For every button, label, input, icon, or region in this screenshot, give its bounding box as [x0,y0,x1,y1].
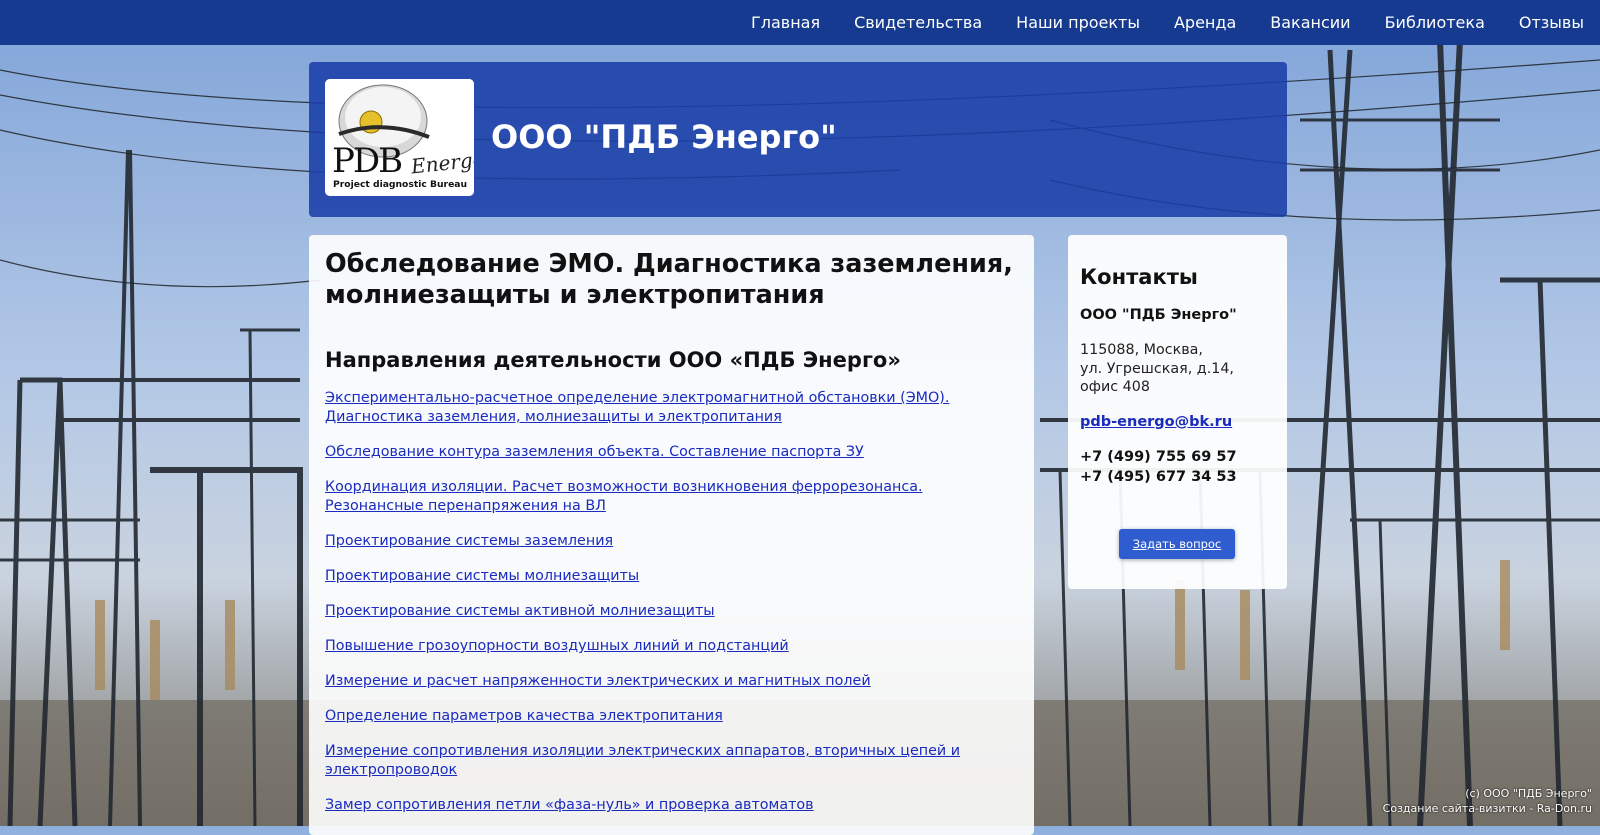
service-link-phase-zero-loop[interactable]: Замер сопротивления петли «фаза-нуль» и … [325,797,814,813]
nav-item-library[interactable]: Библиотека [1385,0,1485,46]
contacts-panel: Контакты ООО "ПДБ Энерго" 115088, Москва… [1068,235,1287,589]
contacts-phone: +7 (499) 755 69 57 [1080,448,1237,465]
service-link-emo[interactable]: Экспериментально-расчетное определение э… [325,390,949,425]
contacts-title: Контакты [1080,265,1198,289]
nav-item-rent[interactable]: Аренда [1174,0,1236,46]
company-logo[interactable]: PDB Energo Project diagnostic Bureau [325,79,474,196]
footer-copyright: (c) ООО "ПДБ Энерго" [1465,787,1592,800]
service-link-active-lightning[interactable]: Проектирование системы активной молниеза… [325,603,715,619]
nav-item-home[interactable]: Главная [751,0,820,46]
site-title: ООО "ПДБ Энерго" [491,118,837,156]
footer-credit: (c) ООО "ПДБ Энерго" Создание сайта-визи… [1383,786,1592,816]
nav-item-projects[interactable]: Наши проекты [1016,0,1140,46]
contacts-email-link[interactable]: pdb-energo@bk.ru [1080,414,1232,430]
logo-tagline-text: Project diagnostic Bureau [333,179,467,190]
address-line: офис 408 [1080,379,1150,395]
page-heading: Обследование ЭМО. Диагностика заземления… [325,249,1013,310]
service-link-grounding-survey[interactable]: Обследование контура заземления объекта.… [325,444,864,460]
service-link-storm-resistance[interactable]: Повышение грозоупорности воздушных линий… [325,638,789,654]
contacts-address: 115088, Москва, ул. Угрешская, д.14, офи… [1080,341,1280,397]
service-link-field-measurement[interactable]: Измерение и расчет напряженности электри… [325,673,871,689]
service-link-lightning-design[interactable]: Проектирование системы молниезащиты [325,568,639,584]
contacts-phone: +7 (495) 677 34 53 [1080,468,1237,485]
logo-pdb-text: PDB [332,141,401,181]
service-link-insulation-resistance[interactable]: Измерение сопротивления изоляции электри… [325,743,960,778]
nav-item-reviews[interactable]: Отзывы [1519,0,1584,46]
service-link-insulation-coordination[interactable]: Координация изоляции. Расчет возможности… [325,479,923,514]
service-link-power-quality[interactable]: Определение параметров качества электроп… [325,708,723,724]
address-line: 115088, Москва, [1080,342,1203,358]
section-heading: Направления деятельности ООО «ПДБ Энерго… [325,348,901,372]
main-content: Обследование ЭМО. Диагностика заземления… [309,235,1034,835]
address-line: ул. Угрешская, д.14, [1080,360,1234,377]
top-navigation: Главная Свидетельства Наши проекты Аренд… [0,0,1600,45]
ask-question-button[interactable]: Задать вопрос [1119,529,1235,559]
nav-item-certificates[interactable]: Свидетельства [854,0,982,46]
services-list: Экспериментально-расчетное определение э… [325,389,1015,815]
service-link-grounding-design[interactable]: Проектирование системы заземления [325,533,613,549]
site-header: PDB Energo Project diagnostic Bureau ООО… [309,62,1287,217]
nav-item-vacancies[interactable]: Вакансии [1270,0,1350,46]
contacts-company: ООО "ПДБ Энерго" [1080,307,1237,323]
footer-developer-credit[interactable]: Создание сайта-визитки - Ra-Don.ru [1383,801,1592,816]
